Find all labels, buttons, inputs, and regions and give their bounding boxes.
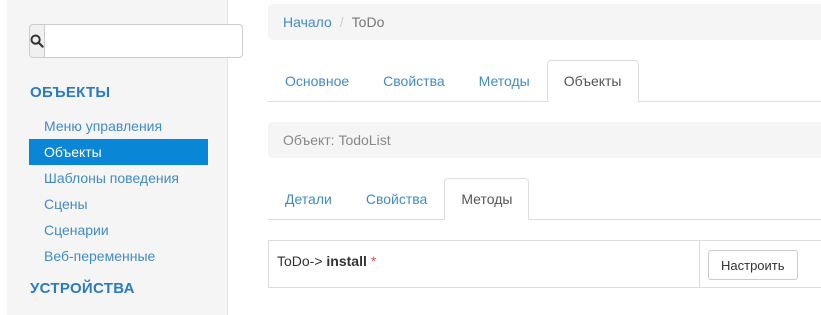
search-button[interactable] [29, 24, 45, 58]
method-name: install [326, 253, 367, 269]
object-sub-tabs: Детали Свойства Методы [268, 178, 821, 220]
method-actions: Настроить [700, 241, 821, 287]
sidebar-search [29, 24, 243, 58]
sidebar-item-objects[interactable]: Объекты [29, 139, 208, 165]
methods-table: ToDo-> install * Настроить [268, 240, 821, 288]
search-icon [30, 34, 44, 48]
sidebar-nav: Меню управления Объекты Шаблоны поведени… [29, 113, 208, 269]
main-tabs: Основное Свойства Методы Объекты [268, 60, 821, 102]
subtab-properties[interactable]: Свойства [349, 178, 444, 219]
method-prefix: ToDo-> [277, 253, 323, 269]
method-row: ToDo-> install * [269, 241, 700, 287]
tab-properties[interactable]: Свойства [366, 60, 461, 101]
tab-objects[interactable]: Объекты [546, 60, 639, 102]
sidebar-item-scenes[interactable]: Сцены [29, 191, 208, 217]
search-input[interactable] [45, 24, 243, 58]
subtab-details[interactable]: Детали [268, 178, 349, 219]
sidebar-item-scenarios[interactable]: Сценарии [29, 217, 208, 243]
configure-button[interactable]: Настроить [708, 250, 798, 280]
breadcrumb: Начало / ToDo [268, 4, 821, 40]
sidebar: ОБЪЕКТЫ Меню управления Объекты Шаблоны … [7, 0, 243, 315]
sidebar-item-control-menu[interactable]: Меню управления [29, 113, 208, 139]
object-label: Объект: TodoList [283, 132, 391, 148]
object-title-bar: Объект: TodoList [268, 122, 821, 158]
required-marker: * [370, 253, 377, 269]
section-title-devices: УСТРОЙСТВА [30, 280, 135, 297]
sidebar-item-behavior-templates[interactable]: Шаблоны поведения [29, 165, 208, 191]
subtab-methods[interactable]: Методы [444, 178, 530, 220]
tab-general[interactable]: Основное [268, 60, 366, 101]
breadcrumb-separator: / [339, 14, 344, 30]
tab-methods[interactable]: Методы [462, 60, 547, 101]
breadcrumb-current: ToDo [351, 14, 385, 30]
sidebar-item-web-variables[interactable]: Веб-переменные [29, 243, 208, 269]
section-title-objects: ОБЪЕКТЫ [30, 84, 111, 101]
breadcrumb-home-link[interactable]: Начало [283, 14, 332, 30]
